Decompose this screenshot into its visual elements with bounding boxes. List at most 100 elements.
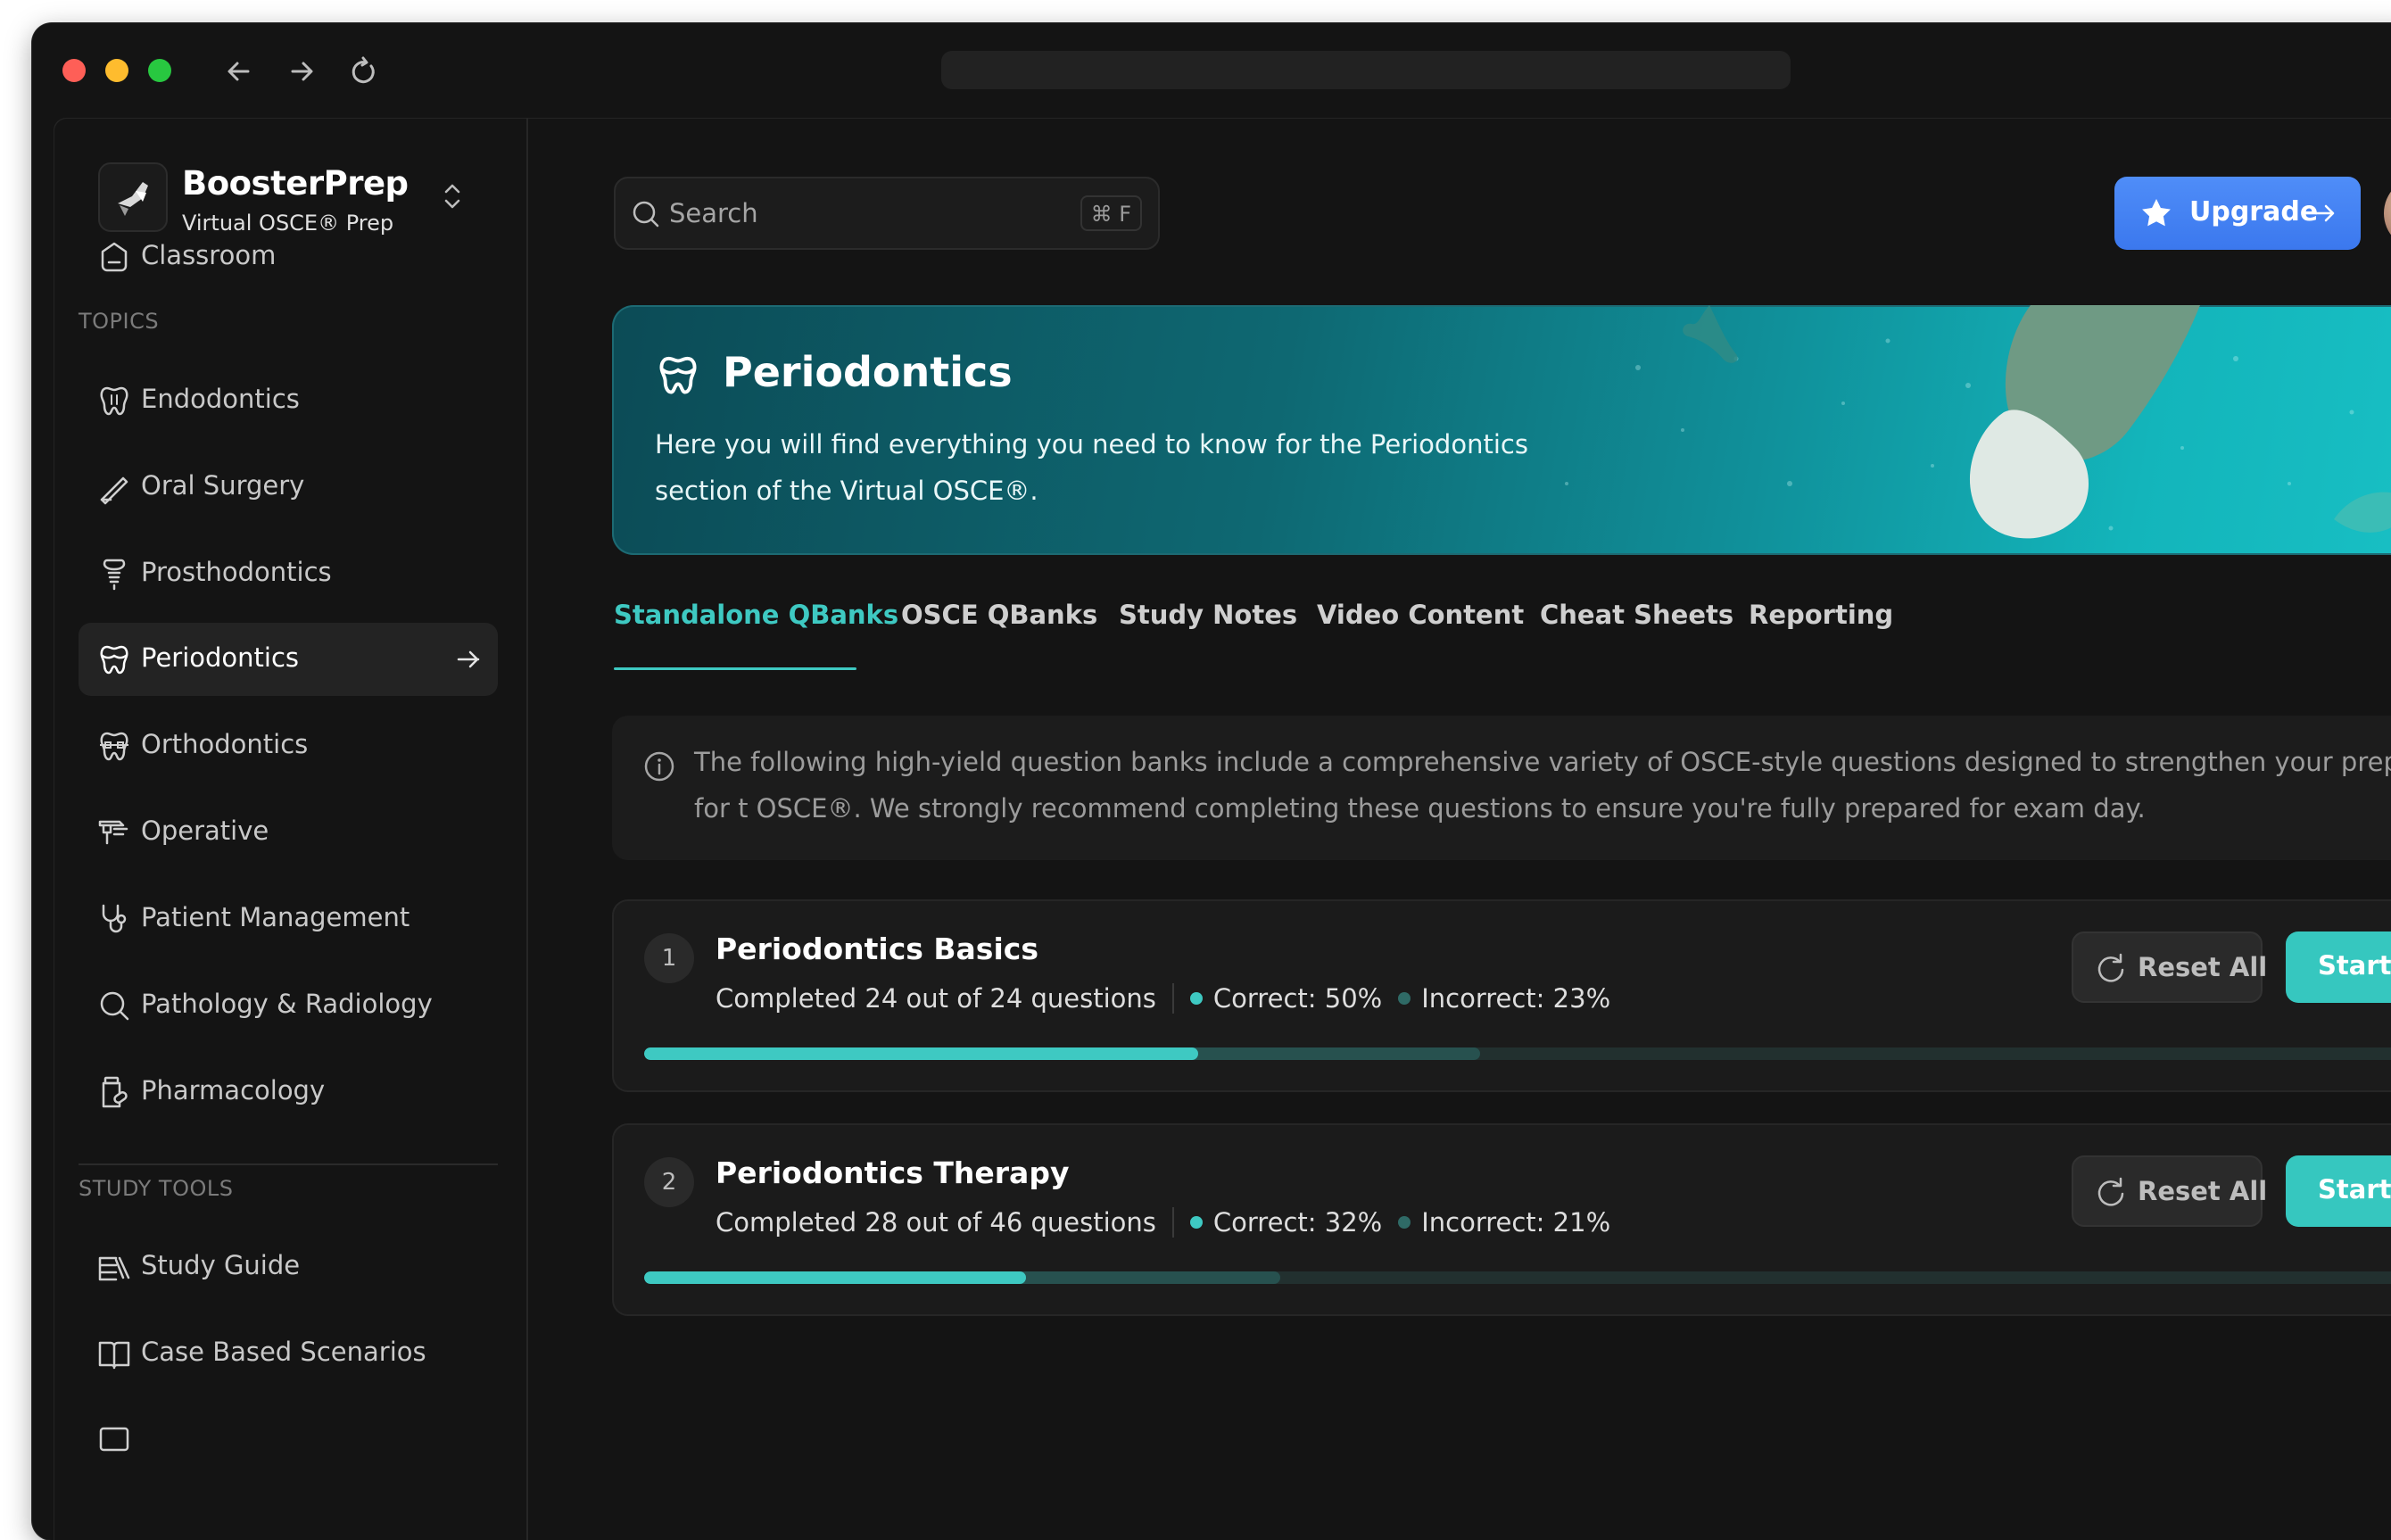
sidebar-item-oral-surgery[interactable]: Oral Surgery	[79, 451, 498, 524]
sidebar-item-label: Periodontics	[141, 642, 300, 673]
search-placeholder: Search	[669, 198, 758, 228]
qbank-title: Periodontics Therapy	[716, 1155, 1070, 1190]
tab-osce-qbanks[interactable]: OSCE QBanks	[901, 600, 1097, 658]
sidebar-item-operative[interactable]: Operative	[79, 796, 498, 869]
sidebar-item-classroom[interactable]: Classroom	[79, 220, 498, 294]
stats-divider	[1171, 983, 1174, 1014]
avatar[interactable]	[2384, 177, 2391, 250]
gum-tooth-icon	[659, 356, 697, 394]
reset-label: Reset All	[2138, 952, 2268, 982]
sidebar-item-endodontics[interactable]: Endodontics	[79, 364, 498, 437]
arrow-right-icon	[2314, 204, 2335, 222]
sidebar-item-more[interactable]	[79, 1403, 498, 1476]
incorrect-dot	[1398, 1216, 1411, 1229]
sidebar-item-label: Classroom	[141, 240, 277, 270]
brand-name: BoosterPrep	[182, 164, 409, 203]
upgrade-button[interactable]: Upgrade	[2114, 177, 2361, 250]
info-icon	[644, 751, 674, 782]
qbank-correct: Correct: 50%	[1212, 983, 1383, 1014]
drill-icon	[98, 820, 128, 845]
sidebar-divider	[79, 1163, 498, 1165]
active-tab-indicator	[614, 667, 856, 670]
sidebar-item-label: Oral Surgery	[141, 470, 305, 501]
title-bar	[32, 23, 2391, 116]
correct-dot	[1189, 1216, 1203, 1229]
tab-study-notes[interactable]: Study Notes	[1119, 600, 1297, 658]
tab-standalone-qbanks[interactable]: Standalone QBanks	[614, 600, 898, 658]
sidebar-item-case-based-scenarios[interactable]: Case Based Scenarios	[79, 1317, 498, 1390]
sidebar-item-label: Orthodontics	[141, 729, 309, 759]
reload-icon[interactable]	[346, 54, 382, 89]
qbank-title: Periodontics Basics	[716, 931, 1038, 966]
close-window-button[interactable]	[62, 59, 86, 82]
sidebar-item-label: Pharmacology	[141, 1075, 326, 1105]
qbank-stats: Completed 24 out of 24 questions Correct:…	[716, 981, 1610, 1017]
info-callout: The following high-yield question banks …	[612, 716, 2391, 860]
chevron-up-down-icon[interactable]	[439, 178, 466, 214]
reset-icon	[2097, 953, 2124, 982]
search-icon	[633, 201, 659, 228]
maximize-window-button[interactable]	[148, 59, 171, 82]
search-shortcut: ⌘ F	[1080, 195, 1142, 231]
sidebar-item-prosthodontics[interactable]: Prosthodontics	[79, 537, 498, 610]
implant-icon	[103, 559, 126, 591]
hero-banner: Periodontics Here you will find everythi…	[612, 305, 2391, 555]
reset-icon	[2097, 1177, 2124, 1206]
classroom-icon	[101, 242, 128, 272]
hero-description: Here you will find everything you need t…	[655, 429, 1528, 506]
minimize-window-button[interactable]	[105, 59, 128, 82]
medicine-bottle-icon	[102, 1076, 128, 1108]
reset-all-button[interactable]: Reset All	[2072, 931, 2267, 1003]
progress-correct	[644, 1047, 1198, 1060]
sidebar-item-label: Case Based Scenarios	[141, 1337, 426, 1367]
qbank-stats: Completed 28 out of 46 questions Correct:…	[716, 1205, 1610, 1241]
sidebar-item-label: Endodontics	[141, 384, 300, 414]
tooth-icon	[100, 386, 128, 416]
back-arrow-icon[interactable]	[221, 54, 257, 89]
tab-cheat-sheets[interactable]: Cheat Sheets	[1540, 600, 1733, 658]
reset-all-button[interactable]: Reset All	[2072, 1155, 2267, 1227]
incorrect-dot	[1398, 992, 1411, 1005]
start-label: Start Pra	[2318, 1174, 2391, 1205]
start-practice-button[interactable]: Start Pra	[2286, 931, 2391, 1003]
progress-correct	[644, 1271, 1026, 1284]
progress-bar	[644, 1271, 2391, 1284]
qbank-completed: Completed 28 out of 46 questions	[716, 1207, 1156, 1238]
qbank-completed: Completed 24 out of 24 questions	[716, 983, 1156, 1014]
braces-icon	[100, 732, 128, 761]
sidebar-item-pathology-radiology[interactable]: Pathology & Radiology	[79, 969, 498, 1042]
scalpel-icon	[100, 476, 128, 505]
start-practice-button[interactable]: Start Pra	[2286, 1155, 2391, 1227]
search-input[interactable]: Search ⌘ F	[614, 177, 1160, 250]
address-bar[interactable]	[941, 51, 1791, 89]
magnifier-icon	[100, 991, 129, 1021]
qbank-correct: Correct: 32%	[1212, 1207, 1383, 1238]
layout-icon	[99, 1427, 129, 1452]
upgrade-label: Upgrade	[2189, 196, 2319, 228]
books-icon	[98, 1256, 130, 1281]
star-icon	[2142, 199, 2171, 227]
sidebar-item-orthodontics[interactable]: Orthodontics	[79, 709, 498, 782]
qbank-number: 1	[644, 933, 694, 983]
forward-arrow-icon[interactable]	[284, 54, 319, 89]
info-text: The following high-yield question banks …	[694, 747, 2391, 824]
reset-label: Reset All	[2138, 1176, 2268, 1206]
app-shell: BoosterPrep Virtual OSCE® Prep Classroom…	[54, 118, 2391, 1540]
qbank-card: 1 Periodontics Basics Completed 24 out o…	[612, 899, 2391, 1092]
tab-reporting[interactable]: Reporting	[1749, 600, 1893, 658]
correct-dot	[1189, 992, 1203, 1005]
sidebar-item-patient-management[interactable]: Patient Management	[79, 882, 498, 956]
sidebar-item-label: Operative	[141, 816, 269, 846]
arrow-right-icon	[457, 650, 480, 668]
open-book-icon	[98, 1341, 130, 1370]
sidebar-item-periodontics[interactable]: Periodontics	[79, 623, 498, 696]
qbank-incorrect: Incorrect: 21%	[1421, 1207, 1611, 1238]
qbank-number: 2	[644, 1157, 694, 1207]
stats-divider	[1171, 1207, 1174, 1238]
tab-video-content[interactable]: Video Content	[1317, 600, 1524, 658]
sidebar-item-study-guide[interactable]: Study Guide	[79, 1230, 498, 1304]
sidebar-item-pharmacology[interactable]: Pharmacology	[79, 1056, 498, 1129]
topics-heading: TOPICS	[79, 309, 160, 334]
progress-bar	[644, 1047, 2391, 1060]
sidebar: BoosterPrep Virtual OSCE® Prep Classroom…	[54, 118, 528, 1540]
